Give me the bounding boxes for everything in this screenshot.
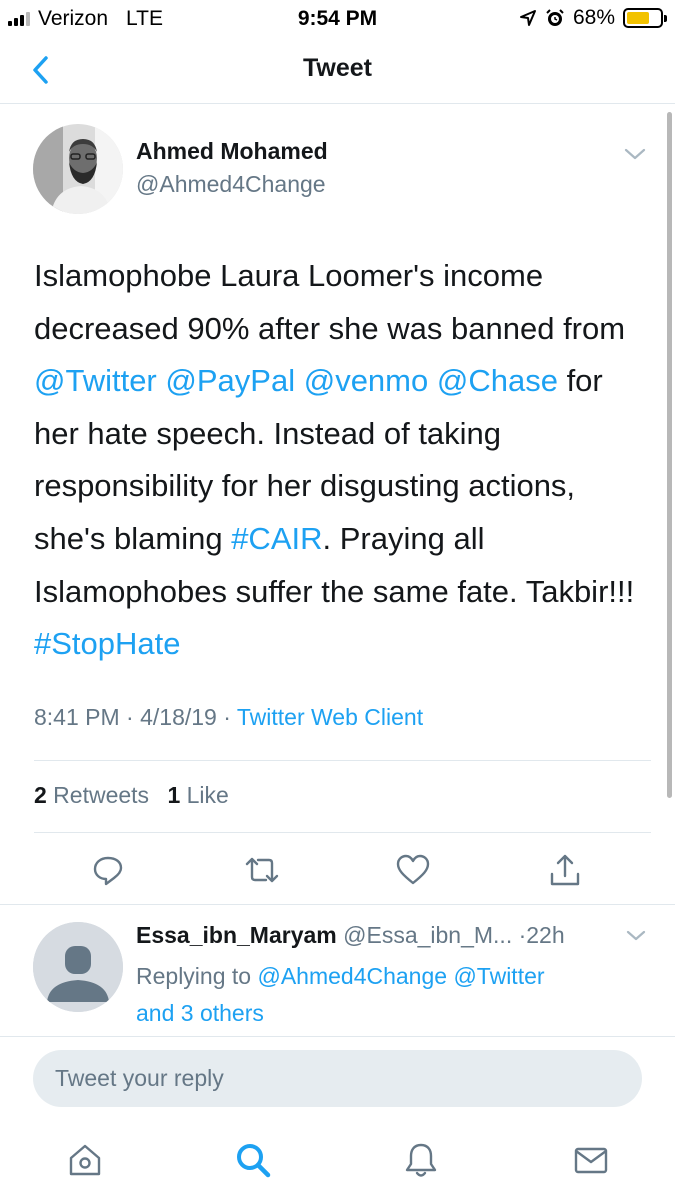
like-label: Like xyxy=(180,782,229,808)
bell-icon xyxy=(405,1143,437,1177)
tweet-meta: 8:41 PM · 4/18/19 · Twitter Web Client xyxy=(34,704,423,731)
tweet-text-segment xyxy=(295,363,304,398)
reply-header: Essa_ibn_Maryam @Essa_ibn_M... ·22h xyxy=(136,922,656,949)
bottom-tab-bar xyxy=(0,1128,675,1200)
mention-twitter[interactable]: @Twitter xyxy=(34,363,157,398)
heart-icon xyxy=(396,854,430,885)
retweet-button[interactable] xyxy=(242,850,282,890)
hashtag-cair[interactable]: #CAIR xyxy=(231,521,322,556)
tweet-stats: 2 Retweets 1 Like xyxy=(34,782,229,809)
home-icon xyxy=(69,1144,101,1176)
mention-chase[interactable]: @Chase xyxy=(437,363,558,398)
divider xyxy=(34,760,651,761)
alarm-clock-icon xyxy=(546,9,564,26)
reply-author-name[interactable]: Essa_ibn_Maryam xyxy=(136,922,337,948)
reply-input[interactable] xyxy=(33,1050,642,1107)
retweet-icon xyxy=(245,857,279,883)
nav-bar: Tweet xyxy=(0,36,675,104)
default-avatar-icon xyxy=(33,922,123,1012)
like-count: 1 xyxy=(167,782,181,808)
meta-separator: · xyxy=(119,704,141,730)
reply-author-handle[interactable]: @Essa_ibn_M... xyxy=(337,922,512,948)
status-bar: Verizon LTE 9:54 PM 68% xyxy=(0,0,675,36)
chevron-down-icon xyxy=(626,930,646,941)
battery-fill xyxy=(627,12,649,24)
divider xyxy=(34,832,651,833)
likes-stat[interactable]: 1 Like xyxy=(167,782,228,808)
reply-icon xyxy=(93,856,123,886)
divider xyxy=(0,904,675,905)
share-button[interactable] xyxy=(545,850,585,890)
tweet-text-segment: Islamophobe Laura Loomer's income decrea… xyxy=(34,258,626,346)
tab-home[interactable] xyxy=(63,1138,107,1182)
author-photo xyxy=(33,124,123,214)
tweet-client-link[interactable]: Twitter Web Client xyxy=(237,704,423,730)
author-name[interactable]: Ahmed Mohamed xyxy=(136,138,328,165)
retweets-stat[interactable]: 2 Retweets xyxy=(34,782,149,808)
meta-separator: · xyxy=(216,704,237,730)
reply-button[interactable] xyxy=(88,850,128,890)
reply-avatar[interactable] xyxy=(33,922,123,1012)
reply-compose-box[interactable] xyxy=(33,1050,642,1107)
mention-venmo[interactable]: @venmo xyxy=(304,363,429,398)
search-icon xyxy=(237,1144,271,1178)
tweet-text-segment xyxy=(428,363,437,398)
page-title: Tweet xyxy=(303,54,372,82)
mention-paypal[interactable]: @PayPal xyxy=(165,363,295,398)
location-arrow-icon xyxy=(519,10,536,26)
author-avatar[interactable] xyxy=(33,124,123,214)
reply-time: ·22h xyxy=(512,922,565,948)
tweet-date: 4/18/19 xyxy=(140,704,217,730)
retweet-count: 2 xyxy=(34,782,47,808)
battery-icon xyxy=(623,8,667,28)
author-handle[interactable]: @Ahmed4Change xyxy=(136,171,326,198)
tab-notifications[interactable] xyxy=(399,1138,443,1182)
share-icon xyxy=(550,854,580,886)
tab-messages[interactable] xyxy=(569,1138,613,1182)
tweet-time: 8:41 PM xyxy=(34,704,120,730)
retweet-label: Retweets xyxy=(46,782,150,808)
status-right: 68% xyxy=(519,6,667,30)
tab-search[interactable] xyxy=(231,1138,275,1182)
mail-icon xyxy=(574,1147,608,1174)
battery-percent: 68% xyxy=(572,6,615,29)
mention-twitter[interactable]: @Twitter xyxy=(453,963,544,989)
like-button[interactable] xyxy=(393,850,433,890)
scrollbar[interactable] xyxy=(667,112,672,798)
tweet-action-bar xyxy=(0,842,675,896)
replying-to: Replying to @Ahmed4Change @Twitter and 3 … xyxy=(136,958,636,1032)
replying-others-link[interactable]: and 3 others xyxy=(136,1000,264,1026)
replying-prefix: Replying to xyxy=(136,963,258,989)
reply-menu-button[interactable] xyxy=(622,925,650,947)
tweet-menu-button[interactable] xyxy=(620,142,650,166)
mention-ahmed4change[interactable]: @Ahmed4Change xyxy=(257,963,447,989)
tweet-text: Islamophobe Laura Loomer's income decrea… xyxy=(34,250,654,671)
tweet-detail-screen: Verizon LTE 9:54 PM 68% Tweet Ahmed Moha… xyxy=(0,0,675,1200)
chevron-down-icon xyxy=(624,148,646,160)
divider xyxy=(0,1036,675,1037)
hashtag-stophate[interactable]: #StopHate xyxy=(34,626,181,661)
